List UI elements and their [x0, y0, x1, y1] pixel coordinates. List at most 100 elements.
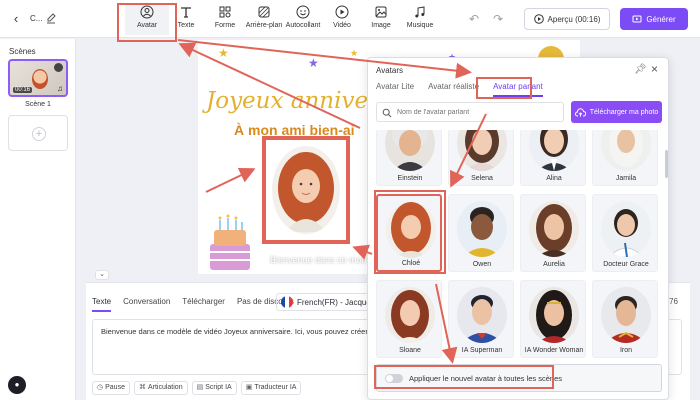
avatar-card[interactable]: Docteur Grace	[592, 194, 658, 272]
avatar-card[interactable]: IA Wonder Woman	[520, 280, 586, 358]
iron-avatar-image	[601, 287, 651, 343]
tool-label: Arrière-plan	[245, 22, 283, 29]
character-count: 76	[669, 297, 678, 306]
ai-script-label: Script IA	[205, 384, 232, 391]
avatar-card[interactable]: Jamila	[592, 130, 658, 186]
search-icon	[382, 108, 392, 118]
upload-photo-button[interactable]: Télécharger ma photo	[571, 101, 662, 123]
undo-icon[interactable]: ↶	[467, 12, 481, 26]
preview-button[interactable]: Aperçu (00:16)	[524, 8, 610, 30]
plus-icon: +	[32, 127, 46, 141]
tool-video[interactable]: Vidéo	[320, 5, 364, 35]
voice-selector[interactable]: French(FR) - Jacquel	[276, 293, 382, 311]
preview-label: Aperçu (00:16)	[547, 14, 601, 24]
translate-icon: ▣	[245, 384, 253, 391]
highlight-talking-avatar-tab	[476, 77, 532, 99]
tool-background[interactable]: Arrière-plan	[242, 5, 286, 35]
highlight-apply-toggle	[374, 365, 554, 389]
generate-label: Générer	[646, 14, 676, 24]
back-arrow-icon[interactable]: ‹	[10, 12, 22, 26]
highlight-chloe-card	[374, 190, 446, 274]
avatar-grid-scrollbar[interactable]	[665, 150, 668, 178]
script-icon: ▤	[196, 384, 204, 391]
avatar-name: IA Superman	[461, 347, 503, 354]
doctor-grace-avatar-image	[601, 201, 651, 257]
scene-avatar-thumb	[32, 69, 48, 89]
tab-avatar-lite[interactable]: Avatar Lite	[376, 82, 414, 97]
tab-telecharger[interactable]: Télécharger	[182, 297, 225, 312]
scene-thumbnail[interactable]: 00:16 ♫	[8, 59, 68, 97]
pause-label: Pause	[105, 384, 125, 391]
edit-pencil-icon[interactable]	[46, 12, 56, 24]
avatar-name: Docteur Grace	[603, 261, 649, 268]
redo-icon[interactable]: ↷	[491, 12, 505, 26]
avatar-card[interactable]: Alina	[520, 130, 586, 186]
tab-texte[interactable]: Texte	[92, 297, 112, 312]
avatar-card[interactable]: Aurelia	[520, 194, 586, 272]
tool-image[interactable]: Image	[359, 5, 403, 35]
play-circle-icon	[533, 14, 544, 24]
tool-label: Musique	[406, 22, 434, 29]
avatar-name: Owen	[472, 261, 492, 268]
sloane-avatar-image	[385, 287, 435, 343]
birthday-cake-image	[210, 214, 250, 270]
ai-translator-label: Traducteur IA	[254, 384, 297, 391]
upload-label: Télécharger ma photo	[589, 108, 659, 116]
alina-avatar-image	[529, 130, 579, 171]
script-actions: ◷ Pause ⌘ Articulation ▤ Script IA ▣ Traduct…	[92, 381, 302, 395]
star-decoration: ★	[308, 56, 319, 70]
music-icon	[415, 6, 425, 18]
project-title[interactable]: C...	[30, 14, 42, 23]
selena-avatar-image	[457, 130, 507, 171]
owen-avatar-image	[457, 201, 507, 257]
avatar-name: Einstein	[397, 175, 423, 182]
video-icon	[335, 5, 349, 19]
ai-script-button[interactable]: ▤ Script IA	[191, 381, 237, 395]
ai-translator-button[interactable]: ▣ Traducteur IA	[240, 381, 302, 395]
search-input[interactable]	[397, 106, 557, 119]
avatar-card[interactable]: Sloane	[376, 280, 442, 358]
avatar-search[interactable]	[376, 102, 564, 122]
avatar-name: Iron	[619, 347, 633, 354]
tool-sticker[interactable]: Autocollant	[281, 5, 325, 35]
avatar-card[interactable]: Selena	[448, 130, 514, 186]
tool-shape[interactable]: Forme	[203, 5, 247, 35]
add-scene-button[interactable]: +	[8, 115, 68, 151]
articulation-button[interactable]: ⌘ Articulation	[133, 381, 188, 395]
script-tabs: Texte Conversation Télécharger Pas de di…	[92, 297, 294, 312]
upload-cloud-icon	[574, 107, 586, 116]
articulation-label: Articulation	[147, 384, 183, 391]
close-icon[interactable]: ×	[651, 62, 658, 76]
avatar-name: Aurelia	[543, 261, 565, 268]
tool-label: Forme	[214, 22, 236, 29]
scenes-title: Scènes	[9, 47, 36, 56]
image-icon	[375, 6, 387, 18]
avatar-name: Jamila	[615, 175, 637, 182]
ai-superman-avatar-image	[457, 287, 507, 343]
avatar-name: Alina	[546, 175, 562, 182]
avatar-name: Sloane	[399, 347, 421, 354]
assistant-icon[interactable]: ●	[8, 376, 26, 394]
collapse-panel-button[interactable]: ⌄	[95, 270, 109, 280]
tool-label: Autocollant	[285, 22, 321, 29]
tab-avatar-realiste[interactable]: Avatar réaliste	[428, 82, 479, 97]
shape-icon	[219, 6, 231, 18]
music-note-icon: ♫	[57, 84, 63, 93]
canvas-caption[interactable]: Bienvenue dans ce mod	[270, 255, 367, 265]
pin-icon[interactable]: 📌︎	[634, 64, 647, 75]
avatar-card[interactable]: IA Superman	[448, 280, 514, 358]
pause-button[interactable]: ◷ Pause	[92, 381, 130, 395]
jamila-avatar-image	[601, 130, 651, 171]
tool-music[interactable]: Musique	[398, 5, 442, 35]
avatar-card[interactable]: Owen	[448, 194, 514, 272]
star-decoration: ★	[218, 46, 229, 60]
avatar-card[interactable]: Einstein	[376, 130, 442, 186]
highlight-canvas-avatar	[262, 136, 350, 244]
generate-button[interactable]: Générer	[620, 8, 688, 30]
record-icon	[54, 63, 63, 72]
tab-conversation[interactable]: Conversation	[123, 297, 170, 312]
avatar-card[interactable]: Iron	[592, 280, 658, 358]
avatar-name: Selena	[471, 175, 493, 182]
voice-name: French(FR) - Jacquel	[297, 297, 373, 307]
scene-label: Scène 1	[25, 101, 51, 108]
